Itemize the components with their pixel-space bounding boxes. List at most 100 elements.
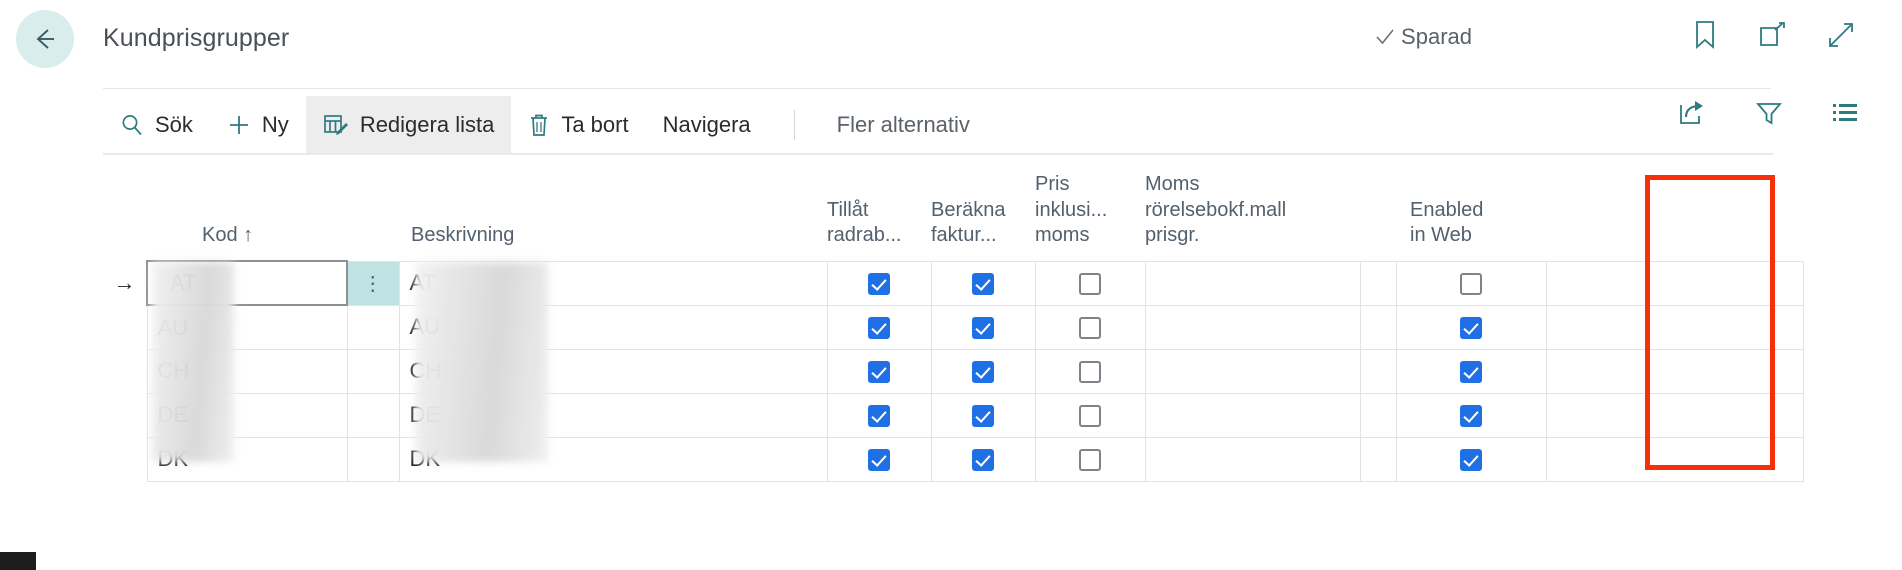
more-options-button[interactable]: Fler alternativ bbox=[821, 112, 986, 138]
saved-status: Sparad bbox=[1375, 24, 1472, 50]
label-line: moms bbox=[1035, 224, 1090, 247]
check-icon bbox=[1376, 29, 1394, 45]
toolbar-item-navigate[interactable]: Navigera bbox=[646, 96, 768, 154]
cell-enabled-in-web[interactable] bbox=[1395, 392, 1547, 438]
share-icon[interactable] bbox=[1678, 98, 1708, 128]
cell-kod[interactable]: DE bbox=[146, 392, 348, 438]
bookmark-icon[interactable] bbox=[1690, 20, 1720, 50]
checkbox-enabled-in-web[interactable] bbox=[1460, 317, 1482, 340]
cell-pris-inkl-moms[interactable] bbox=[1034, 260, 1146, 306]
table-row[interactable]: AU AU bbox=[103, 304, 1804, 350]
cell-enabled-in-web[interactable] bbox=[1395, 260, 1547, 306]
cell-moms-rorelsebokf[interactable] bbox=[1144, 260, 1361, 306]
cell-berakna-faktur[interactable] bbox=[930, 392, 1036, 438]
cell-tillat-radrab[interactable] bbox=[826, 304, 932, 350]
toolbar-item-delete[interactable]: Ta bort bbox=[511, 96, 645, 154]
table-row[interactable]: → AT ⋮ AT bbox=[103, 260, 1804, 307]
checkbox-berakna-faktur[interactable] bbox=[972, 361, 994, 384]
col-header-moms-rorelsebokf[interactable]: Moms rörelsebokf.mall prisgr. bbox=[1145, 172, 1360, 261]
app-page: Kundprisgrupper Sparad Sök Ny Redigera l… bbox=[0, 0, 1902, 570]
col-header-tillat-radrab[interactable]: Tillåt radrab... bbox=[827, 172, 931, 261]
checkbox-enabled-in-web[interactable] bbox=[1460, 449, 1482, 472]
toolbar-item-label: Sök bbox=[155, 112, 193, 137]
cell-beskrivning[interactable]: DK bbox=[398, 436, 828, 482]
col-header-berakna-faktur[interactable]: Beräkna faktur... bbox=[931, 172, 1035, 261]
cell-berakna-faktur[interactable] bbox=[930, 348, 1036, 394]
toolbar-right-icons bbox=[1678, 98, 1860, 128]
cell-beskrivning[interactable]: DE bbox=[398, 392, 828, 438]
cell-tillat-radrab[interactable] bbox=[826, 392, 932, 438]
table-row[interactable]: DK DK bbox=[103, 436, 1804, 482]
cell-enabled-in-web[interactable] bbox=[1395, 348, 1547, 394]
cell-beskrivning[interactable]: AT bbox=[398, 260, 828, 306]
cell-gap bbox=[1359, 304, 1397, 350]
cell-tillat-radrab[interactable] bbox=[826, 348, 932, 394]
col-header-pris-inkl-moms[interactable]: Pris inklusi... moms bbox=[1035, 172, 1145, 261]
col-header-kod-label: Kod ↑ bbox=[202, 223, 254, 246]
toolbar-item-new[interactable]: Ny bbox=[210, 96, 306, 154]
label-line: faktur... bbox=[931, 224, 997, 247]
row-menu-button[interactable]: ⋮ bbox=[346, 260, 400, 306]
checkbox-berakna-faktur[interactable] bbox=[972, 273, 994, 296]
plus-icon bbox=[227, 113, 251, 137]
cell-beskrivning[interactable]: CH bbox=[398, 348, 828, 394]
checkbox-pris-inkl-moms[interactable] bbox=[1079, 273, 1101, 296]
cell-pris-inkl-moms[interactable] bbox=[1034, 392, 1146, 438]
row-indicator bbox=[103, 437, 147, 482]
cell-moms-rorelsebokf[interactable] bbox=[1144, 436, 1361, 482]
checkbox-pris-inkl-moms[interactable] bbox=[1079, 449, 1101, 472]
cell-tillat-radrab[interactable] bbox=[826, 260, 932, 306]
label-line: in Web bbox=[1410, 224, 1472, 247]
checkbox-pris-inkl-moms[interactable] bbox=[1079, 361, 1101, 384]
bottom-edge-light bbox=[0, 566, 1902, 570]
cell-moms-rorelsebokf[interactable] bbox=[1144, 304, 1361, 350]
cell-berakna-faktur[interactable] bbox=[930, 436, 1036, 482]
cell-moms-rorelsebokf[interactable] bbox=[1144, 392, 1361, 438]
checkbox-enabled-in-web[interactable] bbox=[1460, 405, 1482, 428]
toolbar-item-search[interactable]: Sök bbox=[103, 96, 210, 154]
cell-pris-inkl-moms[interactable] bbox=[1034, 304, 1146, 350]
table-row[interactable]: CH CH bbox=[103, 348, 1804, 394]
cell-kod[interactable]: AU bbox=[146, 304, 348, 350]
cell-berakna-faktur[interactable] bbox=[930, 304, 1036, 350]
cell-kod[interactable]: AT bbox=[146, 260, 348, 307]
col-header-beskrivning[interactable]: Beskrivning bbox=[399, 172, 827, 261]
checkbox-pris-inkl-moms[interactable] bbox=[1079, 405, 1101, 428]
cell-dots bbox=[346, 348, 400, 394]
checkbox-tillat-radrab[interactable] bbox=[868, 273, 890, 296]
cell-pris-inkl-moms[interactable] bbox=[1034, 348, 1146, 394]
cell-enabled-in-web[interactable] bbox=[1395, 304, 1547, 350]
checkbox-berakna-faktur[interactable] bbox=[972, 317, 994, 340]
cell-tillat-radrab[interactable] bbox=[826, 436, 932, 482]
filter-icon[interactable] bbox=[1754, 98, 1784, 128]
checkbox-tillat-radrab[interactable] bbox=[868, 361, 890, 384]
col-header-enabled-in-web[interactable]: Enabled in Web bbox=[1396, 172, 1546, 261]
checkbox-tillat-radrab[interactable] bbox=[868, 449, 890, 472]
checkbox-enabled-in-web[interactable] bbox=[1460, 273, 1482, 296]
table-row[interactable]: DE DE bbox=[103, 392, 1804, 438]
cell-kod[interactable]: DK bbox=[146, 436, 348, 482]
label-line: Enabled bbox=[1410, 198, 1484, 221]
cell-kod[interactable]: CH bbox=[146, 348, 348, 394]
back-button[interactable] bbox=[16, 10, 74, 68]
cell-berakna-faktur[interactable] bbox=[930, 260, 1036, 306]
cell-pris-inkl-moms[interactable] bbox=[1034, 436, 1146, 482]
cell-tail bbox=[1545, 436, 1804, 482]
more-vertical-icon: ⋮ bbox=[362, 273, 384, 296]
col-header-kod[interactable]: Kod ↑ bbox=[147, 172, 347, 261]
checkbox-berakna-faktur[interactable] bbox=[972, 405, 994, 428]
cell-moms-rorelsebokf[interactable] bbox=[1144, 348, 1361, 394]
checkbox-tillat-radrab[interactable] bbox=[868, 317, 890, 340]
checkbox-berakna-faktur[interactable] bbox=[972, 449, 994, 472]
checkbox-enabled-in-web[interactable] bbox=[1460, 361, 1482, 384]
open-in-new-window-icon[interactable] bbox=[1758, 20, 1788, 50]
cell-beskrivning[interactable]: AU bbox=[398, 304, 828, 350]
list-options-icon[interactable] bbox=[1830, 98, 1860, 128]
checkbox-tillat-radrab[interactable] bbox=[868, 405, 890, 428]
checkbox-pris-inkl-moms[interactable] bbox=[1079, 317, 1101, 340]
toolbar-item-edit-list[interactable]: Redigera lista bbox=[305, 96, 512, 154]
col-header-indicator bbox=[103, 172, 147, 261]
cell-enabled-in-web[interactable] bbox=[1395, 436, 1547, 482]
toolbar-item-label: Ny bbox=[261, 112, 289, 137]
expand-icon[interactable] bbox=[1826, 20, 1856, 50]
